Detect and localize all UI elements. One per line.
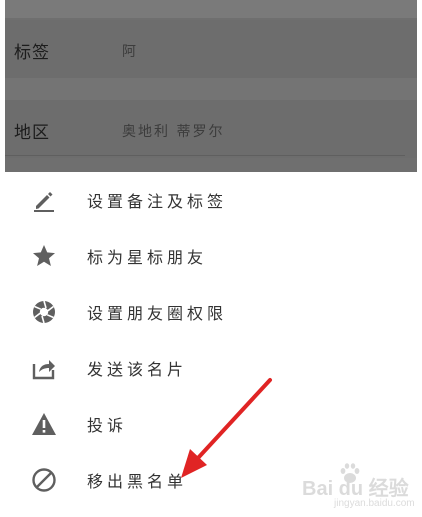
profile-row-gap bbox=[5, 78, 417, 100]
menu-item-set-remark-tags[interactable]: 设置备注及标签 bbox=[5, 174, 417, 224]
menu-item-label: 标为星标朋友 bbox=[87, 248, 208, 267]
menu-item-label: 设置朋友圈权限 bbox=[87, 304, 228, 323]
region-label: 地区 bbox=[14, 123, 50, 143]
menu-item-label: 设置备注及标签 bbox=[87, 192, 228, 211]
menu-item-star-friend[interactable]: 标为星标朋友 bbox=[5, 230, 417, 280]
share-icon bbox=[31, 355, 57, 381]
region-value: 奥地利 蒂罗尔 bbox=[122, 124, 225, 140]
aperture-icon bbox=[31, 299, 57, 325]
menu-item-label: 投诉 bbox=[87, 416, 128, 435]
menu-item-send-card[interactable]: 发送该名片 bbox=[5, 342, 417, 392]
pencil-icon bbox=[31, 187, 57, 213]
menu-item-label: 发送该名片 bbox=[87, 360, 188, 379]
watermark-subtext: jingyan.baidu.com bbox=[334, 498, 415, 509]
profile-row-tags bbox=[5, 20, 417, 78]
dimmed-top-strip bbox=[5, 0, 417, 18]
warning-icon bbox=[31, 411, 57, 437]
tags-label: 标签 bbox=[14, 43, 50, 63]
baidu-watermark: Bai du 经验 jingyan.baidu.com bbox=[302, 462, 415, 512]
tags-value: 阿 bbox=[122, 44, 138, 60]
menu-item-label: 移出黑名单 bbox=[87, 472, 188, 491]
menu-item-report[interactable]: 投诉 bbox=[5, 398, 417, 448]
block-icon bbox=[31, 467, 57, 493]
screen: 标签 阿 地区 奥地利 蒂罗尔 设置备注及标签 标为星标朋友 设置朋友圈权限 发… bbox=[0, 0, 422, 517]
menu-item-moments-permission[interactable]: 设置朋友圈权限 bbox=[5, 286, 417, 336]
profile-divider bbox=[5, 155, 405, 156]
watermark-text: Bai du 经验 bbox=[302, 478, 409, 500]
star-icon bbox=[31, 243, 57, 269]
